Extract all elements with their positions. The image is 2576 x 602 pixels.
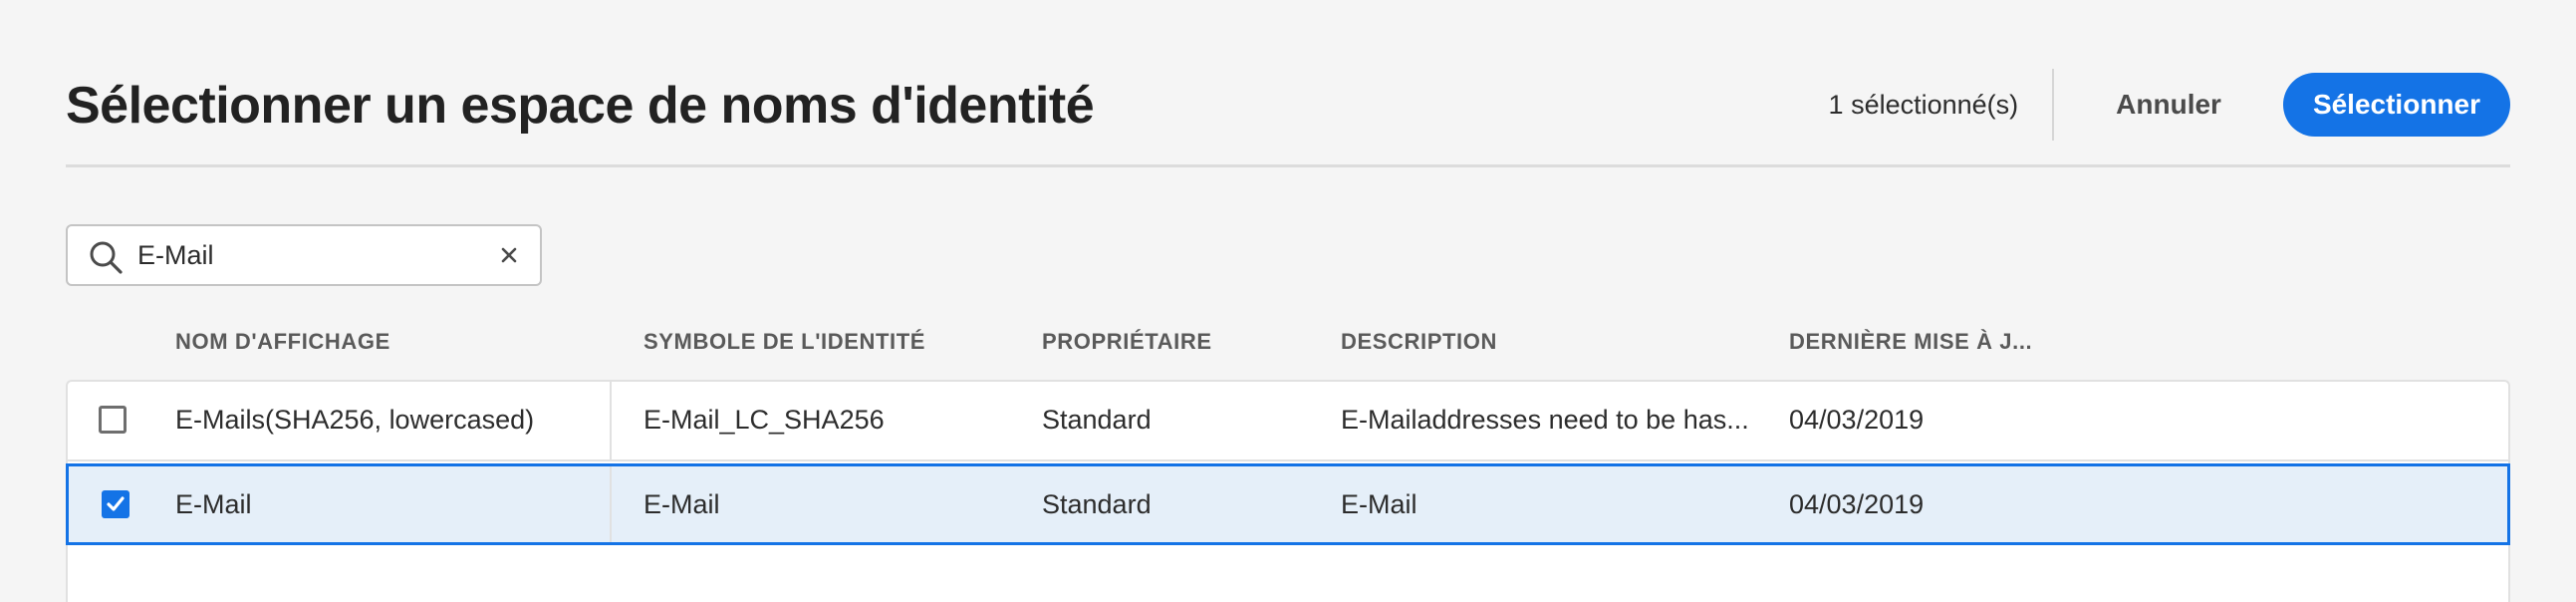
cell-last-updated: 04/03/2019 xyxy=(1789,488,1925,519)
cell-owner: Standard xyxy=(1042,404,1152,435)
cell-description: E-Mailaddresses need to be has... xyxy=(1341,404,1749,435)
cell-owner: Standard xyxy=(1042,488,1152,519)
column-header-display-name[interactable]: NOM D'AFFICHAGE xyxy=(175,329,390,355)
cell-identity-symbol: E-Mail_LC_SHA256 xyxy=(644,404,885,435)
checkmark-icon xyxy=(107,496,125,511)
table-row[interactable]: E-Mails(SHA256, lowercased) E-Mail_LC_SH… xyxy=(66,380,2510,461)
select-button[interactable]: Sélectionner xyxy=(2282,73,2510,137)
search-input[interactable] xyxy=(137,234,466,276)
selected-count: 1 sélectionné(s) xyxy=(1828,89,2019,120)
row-checkbox-checked[interactable] xyxy=(102,490,129,518)
cell-display-name: E-Mail xyxy=(175,488,252,519)
table-row-selected[interactable]: E-Mail E-Mail Standard E-Mail 04/03/2019 xyxy=(66,463,2510,545)
cell-display-name: E-Mails(SHA256, lowercased) xyxy=(175,404,535,435)
column-divider xyxy=(610,466,612,542)
column-divider xyxy=(610,380,612,459)
select-identity-namespace-dialog: Sélectionner un espace de noms d'identit… xyxy=(0,0,2576,602)
search-field[interactable] xyxy=(66,224,542,286)
cell-description: E-Mail xyxy=(1341,488,1417,519)
cancel-button[interactable]: Annuler xyxy=(2054,89,2283,121)
column-header-description[interactable]: DESCRIPTION xyxy=(1341,329,1497,355)
namespace-table: E-Mails(SHA256, lowercased) E-Mail_LC_SH… xyxy=(66,380,2510,602)
cell-last-updated: 04/03/2019 xyxy=(1789,404,1925,435)
header-actions: 1 sélectionné(s) Annuler Sélectionner xyxy=(1828,69,2510,141)
dialog-title: Sélectionner un espace de noms d'identit… xyxy=(66,77,1095,135)
column-header-last-updated[interactable]: DERNIÈRE MISE À J... xyxy=(1789,329,2032,355)
column-header-owner[interactable]: PROPRIÉTAIRE xyxy=(1042,329,1212,355)
column-header-identity-symbol[interactable]: SYMBOLE DE L'IDENTITÉ xyxy=(644,329,925,355)
title-divider xyxy=(66,164,2510,167)
search-icon xyxy=(88,239,124,275)
table-header: NOM D'AFFICHAGE SYMBOLE DE L'IDENTITÉ PR… xyxy=(66,329,2510,365)
cell-identity-symbol: E-Mail xyxy=(644,488,720,519)
row-checkbox[interactable] xyxy=(99,406,127,434)
close-icon[interactable] xyxy=(494,240,524,270)
